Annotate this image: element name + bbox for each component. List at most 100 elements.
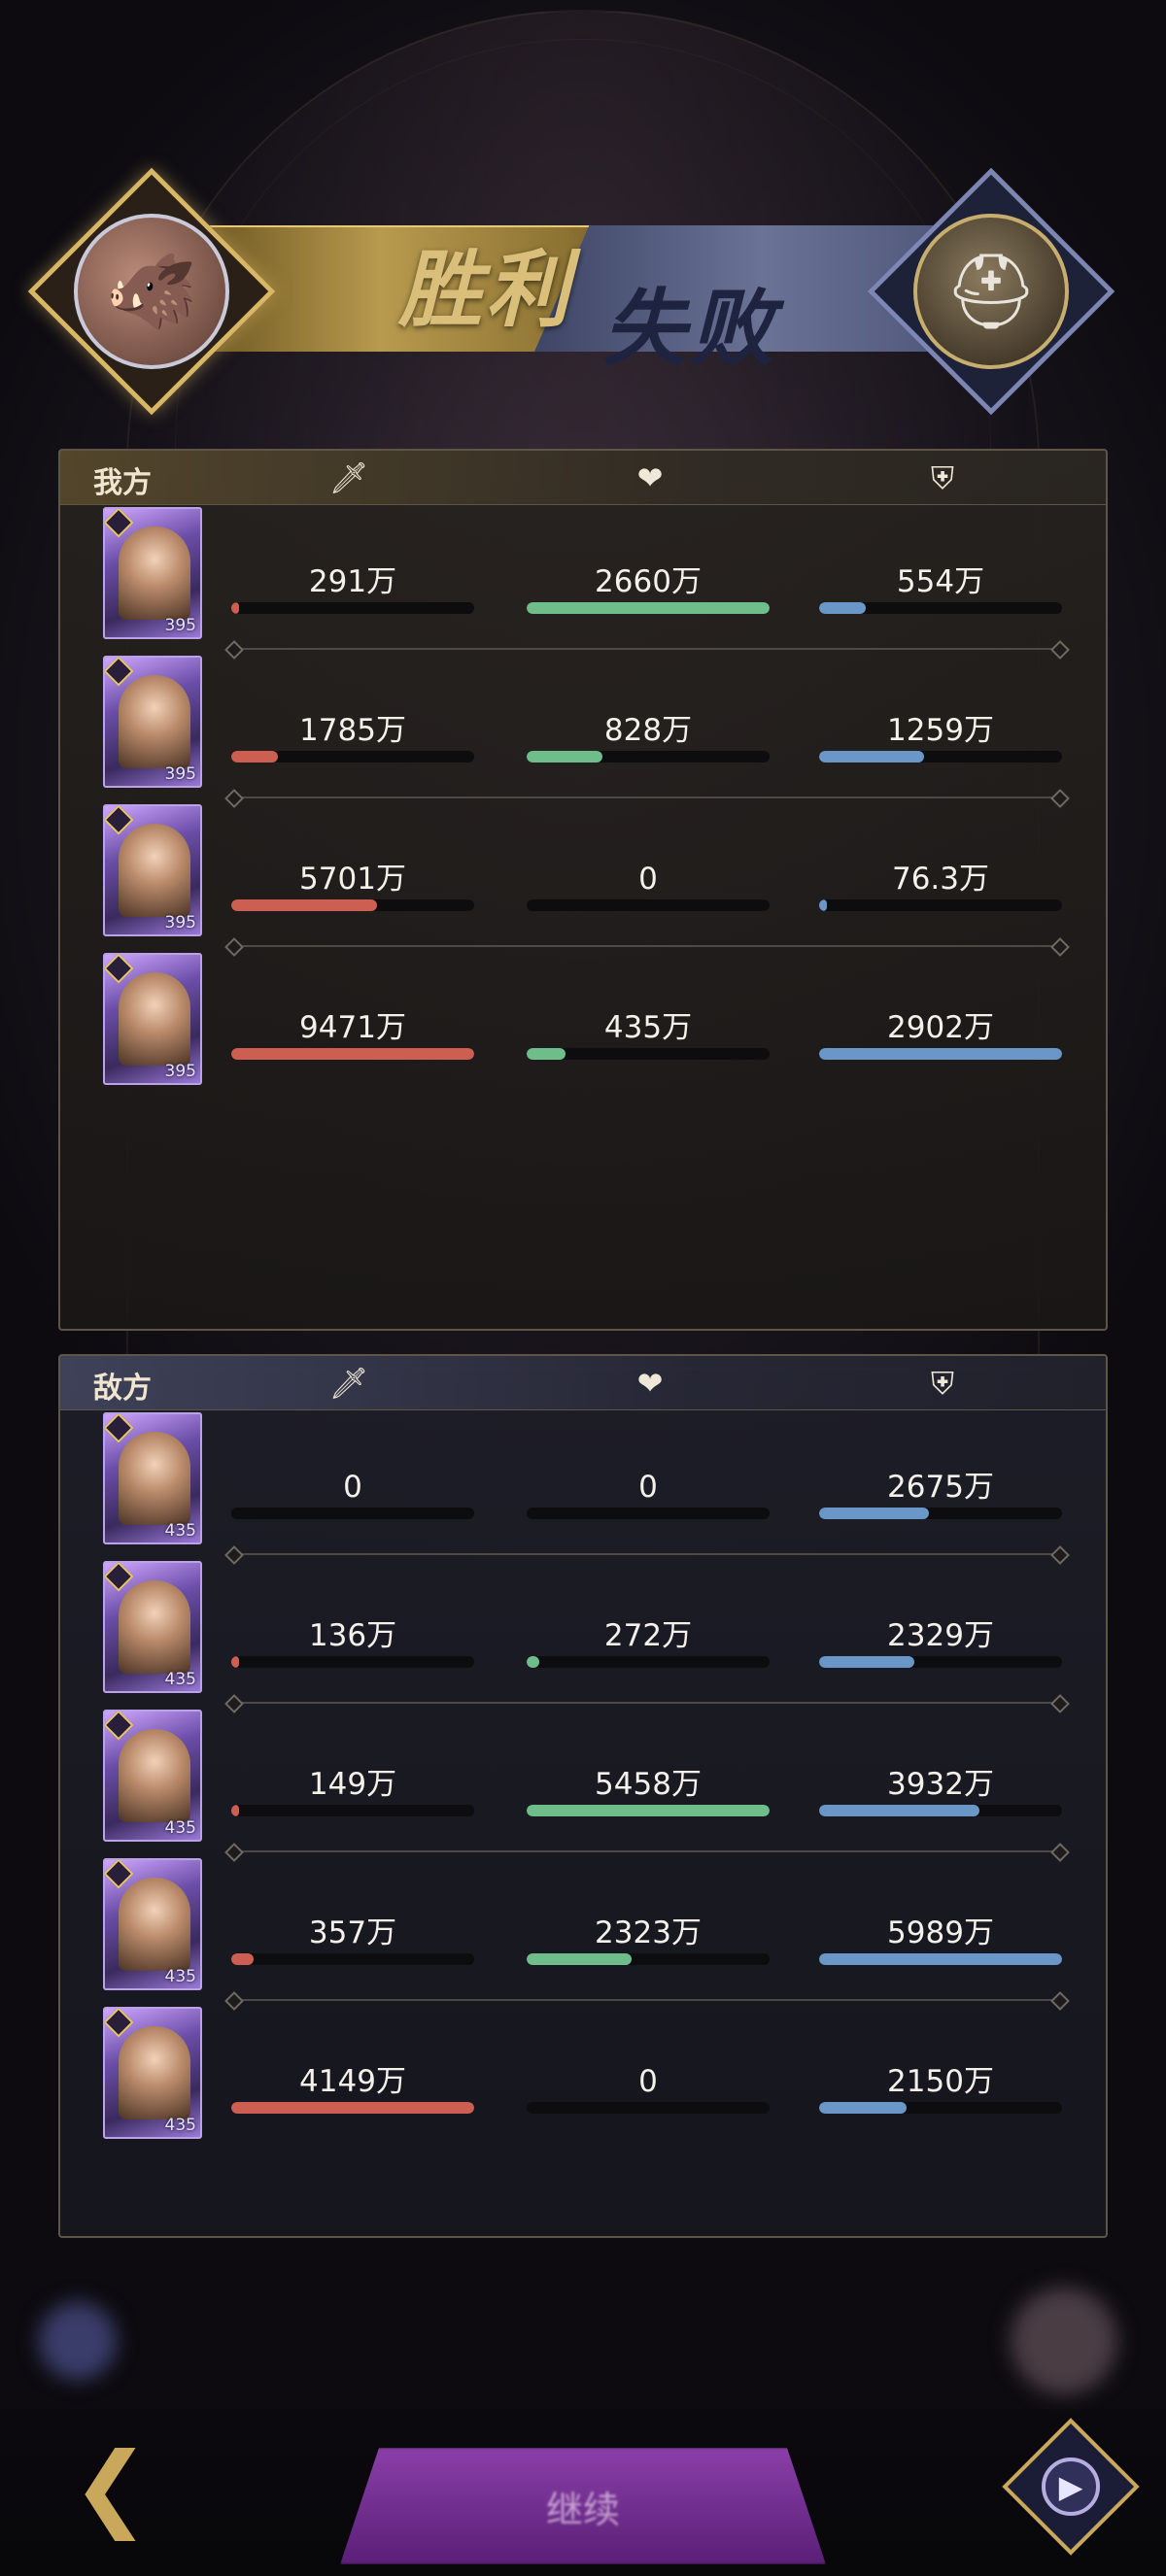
attack-bar — [231, 1656, 474, 1668]
blurred-side-icon — [1011, 2288, 1117, 2394]
attack-bar-fill — [231, 1048, 474, 1060]
attack-bar — [231, 751, 474, 763]
back-arrow-icon[interactable]: ❮ — [43, 2432, 179, 2541]
hero-card[interactable]: 395 — [103, 953, 202, 1085]
heal-bar — [527, 1656, 770, 1668]
hero-badge-icon — [105, 509, 134, 538]
heal-stat: 5458万 — [527, 1766, 770, 1816]
hero-level: 395 — [164, 913, 196, 932]
defense-value: 1259万 — [887, 713, 994, 748]
hero-badge-icon — [105, 806, 134, 835]
hero-portrait — [119, 2026, 190, 2119]
attack-value: 4149万 — [299, 2064, 406, 2099]
hero-row: 435 0 0 2675万 — [60, 1410, 1106, 1559]
heal-stat: 0 — [527, 1469, 770, 1519]
heal-value: 0 — [638, 1470, 658, 1505]
shield-icon: ⛨ — [930, 458, 954, 496]
defeat-text: 失败 — [602, 280, 777, 378]
heal-bar-fill — [527, 1048, 566, 1060]
heal-stat: 0 — [527, 861, 770, 911]
hero-card[interactable]: 395 — [103, 507, 202, 639]
our-hero-list: 395 291万 2660万 554万 395 1785万 828万 1259万… — [60, 505, 1106, 1100]
hero-card[interactable]: 435 — [103, 1561, 202, 1693]
attack-bar-fill — [231, 899, 377, 911]
heal-bar — [527, 899, 770, 911]
victory-text: 胜利 — [398, 241, 573, 339]
replay-icon[interactable]: ▶ — [1042, 2457, 1100, 2516]
heal-bar — [527, 602, 770, 614]
hero-card[interactable]: 395 — [103, 804, 202, 936]
heal-bar — [527, 1048, 770, 1060]
row-divider — [233, 1850, 1061, 1852]
attack-bar-fill — [231, 1656, 239, 1668]
hero-level: 395 — [164, 1062, 196, 1081]
continue-button[interactable]: 继续 — [340, 2448, 826, 2564]
attack-bar-fill — [231, 751, 278, 763]
defense-bar-fill — [819, 2102, 907, 2114]
heal-bar — [527, 1953, 770, 1965]
defense-bar — [819, 1508, 1062, 1519]
defense-stat: 2902万 — [819, 1009, 1062, 1060]
hero-level: 435 — [164, 1670, 196, 1689]
hero-row: 435 149万 5458万 3932万 — [60, 1708, 1106, 1856]
attack-bar — [231, 899, 474, 911]
heal-bar — [527, 751, 770, 763]
heal-value: 0 — [638, 862, 658, 897]
attack-stat: 0 — [231, 1469, 474, 1519]
defense-bar-fill — [819, 1656, 914, 1668]
heal-value: 2660万 — [595, 564, 702, 599]
defense-bar — [819, 751, 1062, 763]
attack-icon: 🗡 — [328, 1365, 369, 1402]
hero-portrait — [119, 526, 190, 620]
defense-bar-fill — [819, 899, 827, 911]
defense-stat: 2150万 — [819, 2063, 1062, 2114]
row-divider — [233, 797, 1061, 798]
attack-bar-fill — [231, 1953, 254, 1965]
defense-stat: 2329万 — [819, 1617, 1062, 1668]
heal-value: 2323万 — [595, 1915, 702, 1950]
attack-bar-fill — [231, 2102, 474, 2114]
hero-card[interactable]: 435 — [103, 1412, 202, 1544]
hero-card[interactable]: 435 — [103, 1858, 202, 1990]
heal-bar-fill — [527, 1953, 632, 1965]
defense-value: 2902万 — [887, 1010, 994, 1045]
attack-stat: 291万 — [231, 563, 474, 614]
attack-stat: 1785万 — [231, 712, 474, 763]
hero-badge-icon — [105, 1414, 134, 1443]
attack-stat: 4149万 — [231, 2063, 474, 2114]
enemy-side-label: 敌方 — [93, 1372, 152, 1406]
heal-bar-fill — [527, 602, 770, 614]
defense-bar — [819, 1805, 1062, 1816]
attack-bar-fill — [231, 1805, 239, 1816]
defense-bar-fill — [819, 1048, 1062, 1060]
defense-value: 2675万 — [887, 1470, 994, 1505]
defense-value: 76.3万 — [891, 862, 990, 897]
hero-level: 435 — [164, 1967, 196, 1986]
defense-stat: 5989万 — [819, 1915, 1062, 1965]
attack-bar — [231, 2102, 474, 2114]
armored-helmet-avatar: ⛑ — [913, 214, 1069, 369]
heal-stat: 435万 — [527, 1009, 770, 1060]
boar-head-avatar: 🐗 — [74, 214, 229, 369]
hero-card[interactable]: 435 — [103, 1710, 202, 1842]
defense-stat: 76.3万 — [819, 861, 1062, 911]
our-side-header: 我方 🗡 ❤ ⛨ — [60, 451, 1106, 505]
attack-icon: 🗡 — [328, 459, 369, 496]
hero-card[interactable]: 435 — [103, 2007, 202, 2139]
row-divider — [233, 1999, 1061, 2001]
hero-badge-icon — [105, 1860, 134, 1889]
hero-portrait — [119, 1580, 190, 1674]
hero-badge-icon — [105, 658, 134, 687]
hero-card[interactable]: 395 — [103, 656, 202, 788]
defense-value: 3932万 — [887, 1767, 994, 1802]
hero-badge-icon — [105, 1563, 134, 1592]
heal-stat: 272万 — [527, 1617, 770, 1668]
enemy-hero-list: 435 0 0 2675万 435 136万 272万 2329万 435 14… — [60, 1410, 1106, 2153]
heart-icon: ❤ — [636, 459, 664, 496]
shield-icon: ⛨ — [930, 1364, 954, 1402]
hero-portrait — [119, 824, 190, 917]
hero-badge-icon — [105, 955, 134, 984]
heal-bar-fill — [527, 1656, 539, 1668]
hero-portrait — [119, 972, 190, 1066]
defense-stat: 1259万 — [819, 712, 1062, 763]
